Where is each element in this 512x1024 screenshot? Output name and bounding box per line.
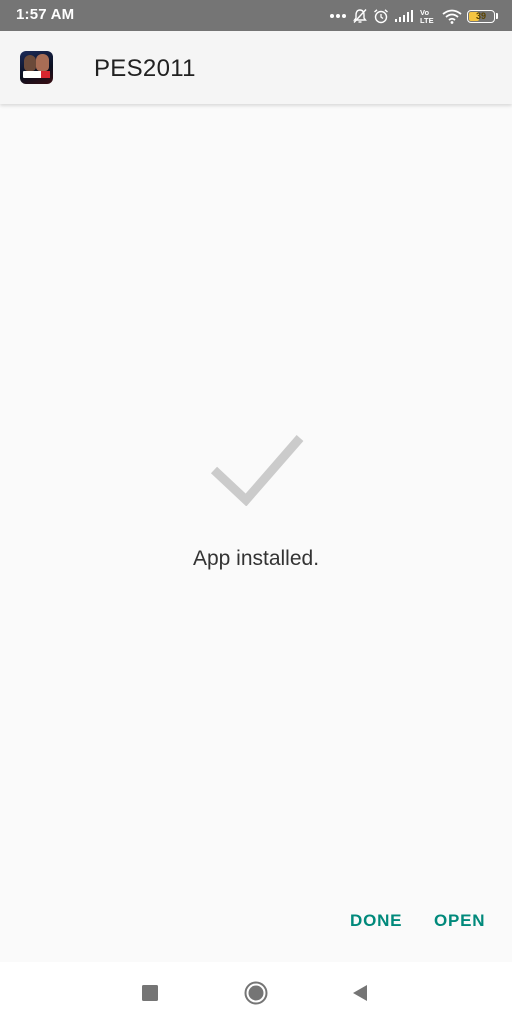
battery-level: 39	[475, 10, 486, 21]
app-title: PES2011	[94, 55, 196, 82]
status-icons: Vo LTE 39	[329, 4, 498, 28]
done-button[interactable]: DONE	[350, 906, 402, 936]
screen: 1:57 AM Vo LTE 39 PES2011 App installed.…	[0, 0, 512, 1024]
recents-button[interactable]	[135, 978, 165, 1008]
install-status-message: App installed.	[192, 547, 320, 570]
more-dots-icon	[329, 13, 347, 19]
notifications-off-icon	[352, 8, 368, 24]
home-button[interactable]	[241, 978, 271, 1008]
wifi-icon	[442, 9, 462, 24]
svg-text:LTE: LTE	[420, 16, 434, 25]
signal-icon	[394, 9, 414, 23]
back-button[interactable]	[345, 978, 375, 1008]
home-icon	[244, 981, 268, 1005]
back-icon	[353, 985, 367, 1001]
pes2011-app-icon	[20, 51, 53, 84]
recents-icon	[142, 985, 158, 1001]
alarm-icon	[373, 8, 389, 24]
status-bar: 1:57 AM Vo LTE 39	[0, 0, 512, 31]
checkmark-icon	[210, 435, 304, 506]
battery-body: 39	[467, 9, 495, 23]
navigation-bar	[0, 962, 512, 1024]
status-time: 1:57 AM	[16, 6, 75, 23]
open-button[interactable]: OPEN	[434, 906, 485, 936]
volte-icon: Vo LTE	[419, 7, 437, 25]
battery-icon: 39	[467, 9, 498, 23]
app-header: PES2011	[0, 31, 512, 104]
battery-tip	[496, 13, 498, 19]
